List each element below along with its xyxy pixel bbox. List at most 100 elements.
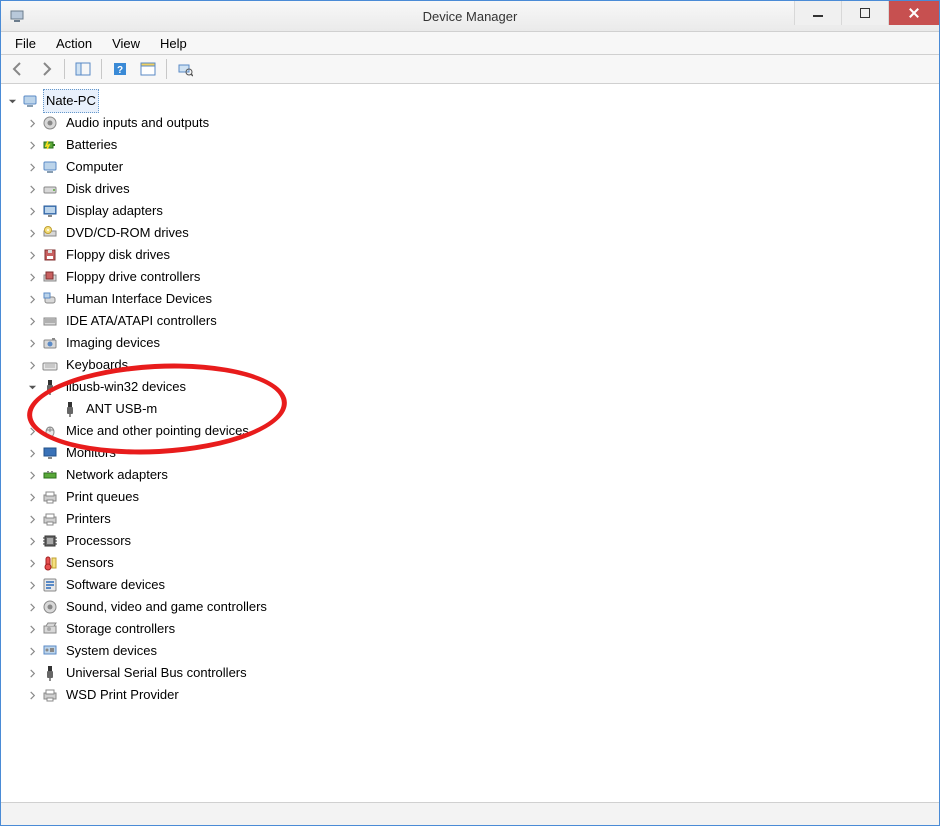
expander-icon[interactable]	[25, 666, 39, 680]
expander-icon[interactable]	[25, 292, 39, 306]
expander-icon[interactable]	[25, 600, 39, 614]
tree-category-node[interactable]: Monitors	[25, 442, 935, 464]
expander-icon[interactable]	[25, 468, 39, 482]
expander-icon[interactable]	[25, 424, 39, 438]
category-label[interactable]: DVD/CD-ROM drives	[63, 222, 192, 244]
tree-category-node[interactable]: Printers	[25, 508, 935, 530]
expander-icon[interactable]	[25, 160, 39, 174]
tree-category-node[interactable]: Keyboards	[25, 354, 935, 376]
category-label[interactable]: Human Interface Devices	[63, 288, 215, 310]
tree-category-node[interactable]: Software devices	[25, 574, 935, 596]
expander-icon[interactable]	[25, 358, 39, 372]
properties-button[interactable]	[135, 56, 161, 82]
category-label[interactable]: Monitors	[63, 442, 119, 464]
tree-root-node[interactable]: Nate-PC	[5, 90, 935, 112]
category-label[interactable]: Print queues	[63, 486, 142, 508]
category-label[interactable]: Universal Serial Bus controllers	[63, 662, 250, 684]
device-tree-area[interactable]: Nate-PC Audio inputs and outputsBatterie…	[1, 84, 939, 802]
category-label[interactable]: Audio inputs and outputs	[63, 112, 212, 134]
expander-icon[interactable]	[25, 116, 39, 130]
usb-plug-icon	[41, 378, 59, 396]
tree-category-node[interactable]: Display adapters	[25, 200, 935, 222]
minimize-button[interactable]	[794, 1, 841, 25]
tree-category-node[interactable]: Mice and other pointing devices	[25, 420, 935, 442]
expander-icon[interactable]	[25, 380, 39, 394]
expander-icon[interactable]	[25, 138, 39, 152]
expander-icon[interactable]	[25, 270, 39, 284]
floppy-controller-icon	[41, 268, 59, 286]
tree-category-node[interactable]: Audio inputs and outputs	[25, 112, 935, 134]
category-label[interactable]: Disk drives	[63, 178, 133, 200]
device-label[interactable]: ANT USB-m	[83, 398, 160, 420]
category-label[interactable]: Keyboards	[63, 354, 131, 376]
category-label[interactable]: Processors	[63, 530, 134, 552]
category-label[interactable]: System devices	[63, 640, 160, 662]
tree-category-node[interactable]: Sound, video and game controllers	[25, 596, 935, 618]
tree-category-node[interactable]: Print queues	[25, 486, 935, 508]
category-label[interactable]: Sensors	[63, 552, 117, 574]
nav-back-button[interactable]	[5, 56, 31, 82]
tree-category-node[interactable]: IDE ATA/ATAPI controllers	[25, 310, 935, 332]
category-label[interactable]: WSD Print Provider	[63, 684, 182, 706]
expander-icon[interactable]	[25, 182, 39, 196]
tree-category-node[interactable]: Universal Serial Bus controllers	[25, 662, 935, 684]
category-label[interactable]: Batteries	[63, 134, 120, 156]
nav-forward-button[interactable]	[33, 56, 59, 82]
tree-category-node[interactable]: Computer	[25, 156, 935, 178]
category-label[interactable]: IDE ATA/ATAPI controllers	[63, 310, 220, 332]
category-label[interactable]: Computer	[63, 156, 126, 178]
expander-icon[interactable]	[5, 94, 19, 108]
expander-icon[interactable]	[25, 336, 39, 350]
expander-icon[interactable]	[25, 446, 39, 460]
tree-category-node[interactable]: Floppy disk drives	[25, 244, 935, 266]
tree-category-node[interactable]: Batteries	[25, 134, 935, 156]
category-label[interactable]: Storage controllers	[63, 618, 178, 640]
tree-category-node[interactable]: Imaging devices	[25, 332, 935, 354]
category-label[interactable]: Printers	[63, 508, 114, 530]
tree-category-node[interactable]: System devices	[25, 640, 935, 662]
menu-view[interactable]: View	[102, 34, 150, 53]
category-label[interactable]: Sound, video and game controllers	[63, 596, 270, 618]
tree-category-node[interactable]: Processors	[25, 530, 935, 552]
category-label[interactable]: Floppy disk drives	[63, 244, 173, 266]
expander-icon[interactable]	[25, 534, 39, 548]
category-label[interactable]: Imaging devices	[63, 332, 163, 354]
tree-category-node[interactable]: libusb-win32 devices	[25, 376, 935, 398]
help-button[interactable]: ?	[107, 56, 133, 82]
tree-category-node[interactable]: Floppy drive controllers	[25, 266, 935, 288]
expander-icon[interactable]	[25, 578, 39, 592]
expander-icon[interactable]	[25, 204, 39, 218]
scan-hardware-button[interactable]	[172, 56, 198, 82]
category-label[interactable]: libusb-win32 devices	[63, 376, 189, 398]
expander-icon[interactable]	[25, 688, 39, 702]
tree-category-node[interactable]: Human Interface Devices	[25, 288, 935, 310]
category-label[interactable]: Network adapters	[63, 464, 171, 486]
category-label[interactable]: Floppy drive controllers	[63, 266, 203, 288]
tree-category-node[interactable]: Storage controllers	[25, 618, 935, 640]
category-label[interactable]: Mice and other pointing devices	[63, 420, 252, 442]
close-button[interactable]	[888, 1, 939, 25]
expander-icon[interactable]	[25, 314, 39, 328]
menu-file[interactable]: File	[5, 34, 46, 53]
expander-icon[interactable]	[25, 490, 39, 504]
expander-icon[interactable]	[25, 512, 39, 526]
expander-icon[interactable]	[25, 248, 39, 262]
category-label[interactable]: Software devices	[63, 574, 168, 596]
category-label[interactable]: Display adapters	[63, 200, 166, 222]
root-label[interactable]: Nate-PC	[43, 89, 99, 113]
usb-plug-icon	[61, 400, 79, 418]
expander-icon[interactable]	[25, 622, 39, 636]
menu-help[interactable]: Help	[150, 34, 197, 53]
expander-icon[interactable]	[25, 644, 39, 658]
tree-category-node[interactable]: Sensors	[25, 552, 935, 574]
menu-action[interactable]: Action	[46, 34, 102, 53]
expander-icon[interactable]	[25, 556, 39, 570]
tree-device-node[interactable]: ANT USB-m	[45, 398, 935, 420]
tree-category-node[interactable]: WSD Print Provider	[25, 684, 935, 706]
expander-icon[interactable]	[25, 226, 39, 240]
tree-category-node[interactable]: DVD/CD-ROM drives	[25, 222, 935, 244]
tree-category-node[interactable]: Disk drives	[25, 178, 935, 200]
show-hide-tree-button[interactable]	[70, 56, 96, 82]
maximize-button[interactable]	[841, 1, 888, 25]
tree-category-node[interactable]: Network adapters	[25, 464, 935, 486]
